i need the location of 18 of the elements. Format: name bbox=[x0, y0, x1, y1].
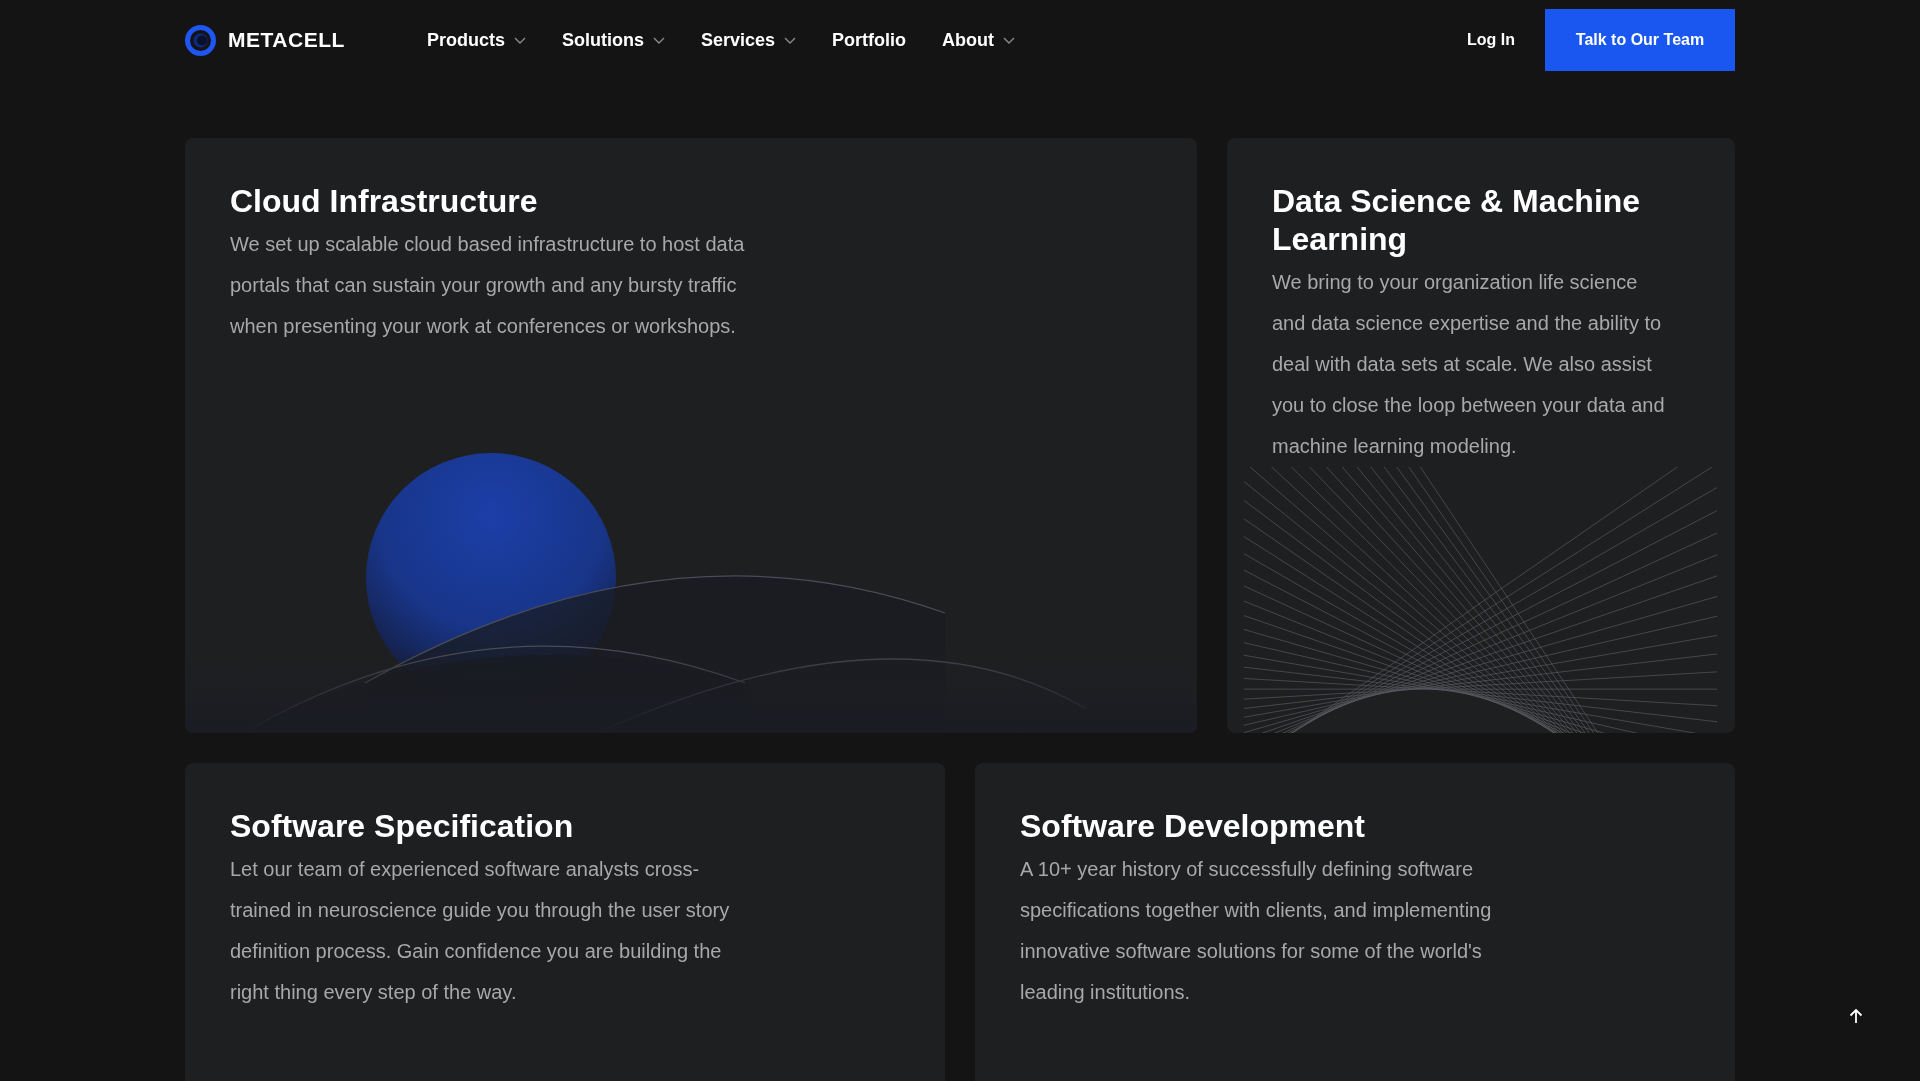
card-title: Data Science & Machine Learning bbox=[1272, 182, 1642, 258]
card-title: Cloud Infrastructure bbox=[230, 182, 539, 220]
card-title: Software Specification bbox=[230, 807, 575, 845]
card-description: A 10+ year history of successfully defining software specifications together with clients, and implementing innovative software solutions for some of the world's leading institutions. bbox=[1020, 857, 1493, 1005]
nav-link[interactable]: Portfolio bbox=[832, 26, 907, 54]
talk-to-team-button[interactable]: Talk to Our Team bbox=[1545, 9, 1735, 71]
nav-link[interactable]: Services bbox=[701, 26, 797, 54]
up-arrow-icon bbox=[1849, 1008, 1863, 1024]
login-link[interactable]: Log In bbox=[1467, 28, 1515, 52]
card-description: We bring to your organization life science and data science expertise and the ability to deal with data sets at scale. We also assist you to close the loop between your data and machine learning modeling. bbox=[1272, 270, 1666, 459]
nav-link[interactable]: Products bbox=[427, 26, 526, 54]
card-title: Software Development bbox=[1020, 807, 1366, 845]
nav-link[interactable]: About bbox=[942, 26, 1016, 54]
card-description: We set up scalable cloud based infrastructure to host data portals that can sustain your growth and any bursty traffic when presenting your work at conferences or workshops. bbox=[230, 232, 746, 339]
logo-icon[interactable] bbox=[185, 24, 216, 56]
card-description: Let our team of experienced software analysts cross-trained in neuroscience guide you through the user story definition process. Gain confidence you are building the right thing every step of the way. bbox=[230, 857, 731, 1005]
brand-name[interactable]: METACELL bbox=[228, 24, 345, 56]
nav-link[interactable]: Solutions bbox=[562, 26, 665, 54]
